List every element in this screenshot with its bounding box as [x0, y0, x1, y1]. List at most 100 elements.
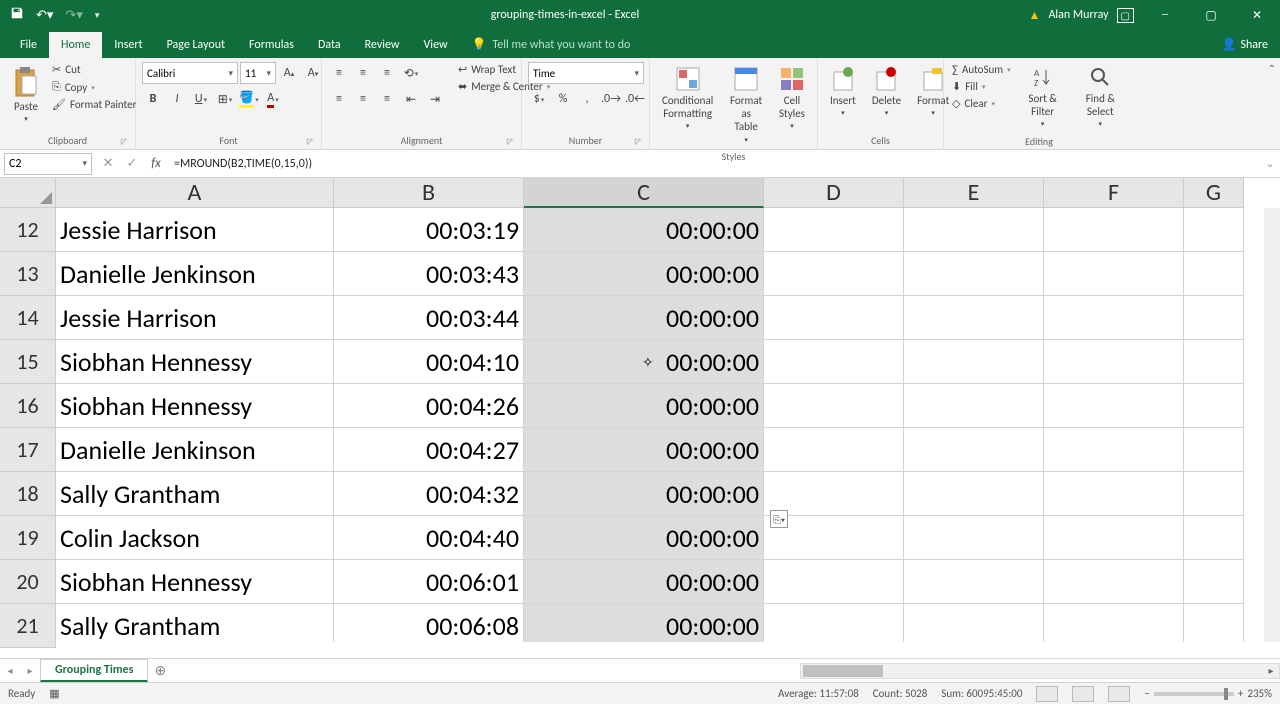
cell[interactable]: 00:00:00	[524, 208, 764, 252]
tab-view[interactable]: View	[412, 32, 460, 58]
cell[interactable]	[1044, 516, 1184, 560]
borders-button[interactable]: ⊞	[214, 88, 236, 110]
select-all-button[interactable]	[0, 178, 56, 208]
zoom-level[interactable]: 235%	[1247, 687, 1272, 700]
row-header[interactable]: 16	[0, 384, 56, 428]
accounting-format-button[interactable]: $	[528, 88, 550, 110]
cell[interactable]: 00:04:40	[334, 516, 524, 560]
maximize-button[interactable]: ▢	[1188, 0, 1234, 30]
cell[interactable]	[1044, 560, 1184, 604]
cell[interactable]	[764, 208, 904, 252]
cell[interactable]: Siobhan Hennessy	[56, 384, 334, 428]
undo-icon[interactable]: ↶▾	[36, 8, 53, 23]
cell[interactable]	[904, 296, 1044, 340]
tab-insert[interactable]: Insert	[102, 32, 154, 58]
italic-button[interactable]: I	[166, 88, 188, 110]
tab-data[interactable]: Data	[306, 32, 353, 58]
increase-decimal-button[interactable]: .0→	[600, 88, 622, 110]
cell[interactable]: 00:04:10	[334, 340, 524, 384]
paste-button[interactable]: Paste▾	[6, 62, 46, 128]
cell[interactable]	[1184, 560, 1244, 604]
autosum-button[interactable]: ∑AutoSum ▾	[950, 62, 1013, 77]
grow-font-button[interactable]: A▴	[278, 62, 300, 84]
align-bottom-button[interactable]: ≡	[376, 62, 398, 84]
row-header[interactable]: 14	[0, 296, 56, 340]
cell[interactable]: Sally Grantham	[56, 472, 334, 516]
share-button[interactable]: 👤 Share	[1209, 31, 1280, 58]
cell[interactable]	[1184, 296, 1244, 340]
cell[interactable]	[904, 252, 1044, 296]
cell[interactable]	[1184, 252, 1244, 296]
cell[interactable]	[764, 252, 904, 296]
align-top-button[interactable]: ≡	[328, 62, 350, 84]
fill-button[interactable]: ⬇Fill ▾	[950, 79, 1013, 94]
collapse-ribbon-icon[interactable]: ⌃	[1268, 62, 1276, 75]
cell[interactable]: 00:04:32	[334, 472, 524, 516]
cell[interactable]	[904, 384, 1044, 428]
zoom-control[interactable]: −+ 235%	[1144, 687, 1272, 700]
cell[interactable]	[1184, 604, 1244, 642]
cell[interactable]	[904, 340, 1044, 384]
tab-formulas[interactable]: Formulas	[237, 32, 306, 58]
cell[interactable]	[764, 340, 904, 384]
tab-page-layout[interactable]: Page Layout	[155, 32, 237, 58]
cell[interactable]: 00:03:19	[334, 208, 524, 252]
row-header[interactable]: 21	[0, 604, 56, 648]
cell[interactable]: Danielle Jenkinson	[56, 428, 334, 472]
comma-format-button[interactable]: ,	[576, 88, 598, 110]
alignment-launcher-icon[interactable]: ◸	[507, 137, 513, 147]
insert-cells-button[interactable]: Insert▾	[824, 62, 862, 122]
cell[interactable]: 00:06:08	[334, 604, 524, 642]
cell[interactable]: Colin Jackson	[56, 516, 334, 560]
row-header[interactable]: 18	[0, 472, 56, 516]
cell[interactable]	[1044, 384, 1184, 428]
cell[interactable]: 00:00:00	[524, 560, 764, 604]
cancel-formula-button[interactable]: ✕	[96, 153, 120, 175]
number-format-combo[interactable]: Time	[528, 62, 644, 84]
format-painter-button[interactable]: 🖌Format Painter	[50, 97, 138, 112]
underline-button[interactable]: U	[190, 88, 212, 110]
find-select-button[interactable]: Find & Select▾	[1073, 62, 1128, 133]
cell[interactable]: 00:00:00	[524, 516, 764, 560]
align-center-button[interactable]: ≡	[352, 88, 374, 110]
cell[interactable]	[1184, 516, 1244, 560]
close-button[interactable]: ✕	[1234, 0, 1280, 30]
cell[interactable]: 00:04:27	[334, 428, 524, 472]
cell[interactable]	[764, 560, 904, 604]
page-break-view-button[interactable]	[1108, 686, 1130, 702]
minimize-button[interactable]: ─	[1142, 0, 1188, 30]
cell[interactable]: Siobhan Hennessy	[56, 560, 334, 604]
redo-icon[interactable]: ↷▾	[65, 8, 82, 23]
cell[interactable]	[904, 604, 1044, 642]
cell[interactable]	[1044, 428, 1184, 472]
column-header-F[interactable]: F	[1044, 178, 1184, 208]
qat-customize-icon[interactable]: ▾	[95, 10, 100, 21]
new-sheet-button[interactable]: ⊕	[148, 662, 172, 679]
sheet-tab-active[interactable]: Grouping Times	[40, 659, 148, 682]
cell[interactable]: 00:00:00	[524, 604, 764, 642]
orientation-button[interactable]: ⟲	[400, 62, 422, 84]
cell[interactable]	[904, 516, 1044, 560]
cell[interactable]	[904, 560, 1044, 604]
cell[interactable]	[764, 384, 904, 428]
normal-view-button[interactable]	[1036, 686, 1058, 702]
tab-review[interactable]: Review	[353, 32, 412, 58]
cell[interactable]	[1044, 208, 1184, 252]
cell[interactable]: 00:03:43	[334, 252, 524, 296]
font-size-combo[interactable]: 11	[240, 62, 276, 84]
align-right-button[interactable]: ≡	[376, 88, 398, 110]
cell[interactable]: 00:00:00	[524, 252, 764, 296]
macro-record-icon[interactable]: ▦	[49, 687, 59, 700]
cell[interactable]	[1184, 208, 1244, 252]
zoom-slider[interactable]	[1154, 692, 1234, 696]
save-icon[interactable]	[10, 6, 24, 24]
row-header[interactable]: 13	[0, 252, 56, 296]
cell[interactable]	[764, 296, 904, 340]
font-color-button[interactable]: A	[262, 88, 284, 110]
enter-formula-button[interactable]: ✓	[120, 153, 144, 175]
cell[interactable]	[1044, 252, 1184, 296]
fill-color-button[interactable]: 🪣	[238, 88, 260, 110]
cell[interactable]: Jessie Harrison	[56, 296, 334, 340]
percent-format-button[interactable]: %	[552, 88, 574, 110]
cell[interactable]	[764, 604, 904, 642]
